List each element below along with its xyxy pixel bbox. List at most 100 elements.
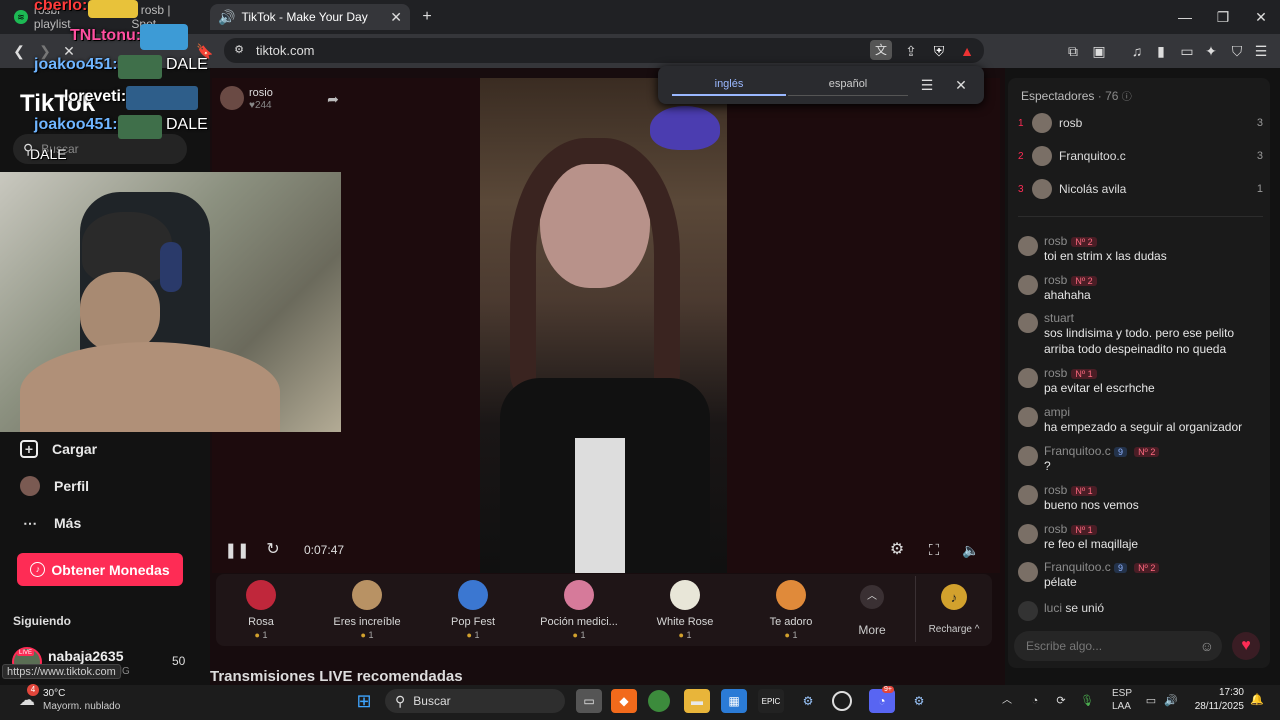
- nav-item-profile[interactable]: Perfil: [20, 476, 89, 496]
- chat-avatar[interactable]: [1018, 407, 1038, 427]
- obs-taskbar-icon[interactable]: [832, 691, 852, 711]
- brave-rewards-icon[interactable]: ▲: [958, 42, 976, 60]
- gift-item[interactable]: Eres increíble ● 1: [322, 580, 412, 640]
- chat-username[interactable]: ampi: [1044, 405, 1070, 419]
- like-heart-icon[interactable]: ♥: [1232, 632, 1260, 660]
- chat-avatar[interactable]: [1018, 562, 1038, 582]
- vpn-icon[interactable]: ⛉: [1228, 42, 1246, 60]
- chat-username[interactable]: stuart: [1044, 311, 1074, 325]
- chat-username[interactable]: luci: [1044, 601, 1062, 615]
- chat-username[interactable]: rosb: [1044, 483, 1067, 497]
- overlay-emote-4: [126, 86, 198, 110]
- clock-time[interactable]: 17:30: [1192, 687, 1244, 698]
- viewer-row[interactable]: 3 Nicolás avila 1: [1018, 178, 1263, 200]
- tray-mic-icon[interactable]: 🎙: [1080, 694, 1094, 708]
- viewer-row[interactable]: 1 rosb 3: [1018, 112, 1263, 134]
- coin-icon[interactable]: ♪: [941, 584, 967, 610]
- gift-item[interactable]: White Rose ● 1: [640, 580, 730, 640]
- language-indicator[interactable]: ESP: [1112, 688, 1132, 699]
- gift-item[interactable]: Rosa ● 1: [216, 580, 306, 640]
- network-icon[interactable]: ▭: [1144, 694, 1158, 708]
- chat-rank-badge: Nº 2: [1071, 276, 1097, 286]
- sidebar-icon[interactable]: ▮: [1152, 42, 1170, 60]
- emoji-icon[interactable]: ☺: [1200, 639, 1214, 653]
- chat-avatar[interactable]: [1018, 485, 1038, 505]
- chat-message: stuart sos lindisima y todo. pero ese pel…: [1016, 311, 1266, 357]
- translate-tab-english[interactable]: inglés: [672, 78, 786, 90]
- media-icon[interactable]: ♫: [1128, 42, 1146, 60]
- notification-icon[interactable]: 🔔: [1250, 693, 1264, 707]
- tab-tiktok[interactable]: 🔊 TikTok - Make Your Day ✕: [210, 4, 410, 30]
- tray-discord-icon[interactable]: ◔: [1028, 694, 1042, 708]
- gift-item[interactable]: Te adoro ● 1: [746, 580, 836, 640]
- chat-avatar[interactable]: [1018, 524, 1038, 544]
- chat-username[interactable]: Franquitoo.c: [1044, 560, 1111, 574]
- settings-icon[interactable]: ⚙: [888, 541, 906, 559]
- volume-tray-icon[interactable]: 🔊: [1164, 694, 1178, 708]
- chat-avatar[interactable]: [1018, 446, 1038, 466]
- chat-avatar[interactable]: [1018, 601, 1038, 621]
- clock-date[interactable]: 28/11/2025: [1190, 701, 1244, 712]
- taskbar-search[interactable]: ⚲ Buscar: [385, 689, 565, 713]
- pause-icon[interactable]: ❚❚: [224, 541, 249, 559]
- task-view-icon[interactable]: ▭: [576, 689, 602, 713]
- extensions-icon[interactable]: ⧉: [1064, 42, 1082, 60]
- nav-item-more[interactable]: ⋯ Más: [20, 513, 81, 533]
- host-name[interactable]: rosio: [249, 87, 273, 99]
- close-tab-icon[interactable]: ✕: [390, 10, 402, 24]
- steam-taskbar-icon[interactable]: ⚙: [795, 689, 821, 713]
- wallet-icon[interactable]: ▭: [1178, 42, 1196, 60]
- close-window-button[interactable]: ✕: [1252, 8, 1270, 26]
- leo-ai-icon[interactable]: ✦: [1202, 42, 1220, 60]
- file-explorer-icon[interactable]: ▬: [684, 689, 710, 713]
- following-user-name[interactable]: nabaja2635: [48, 648, 124, 664]
- translate-icon[interactable]: 文: [870, 40, 892, 60]
- maximize-button[interactable]: ❐: [1214, 8, 1232, 26]
- chat-username[interactable]: rosb: [1044, 273, 1067, 287]
- chat-username[interactable]: Franquitoo.c: [1044, 444, 1111, 458]
- host-avatar[interactable]: [220, 86, 244, 110]
- chat-avatar[interactable]: [1018, 313, 1038, 333]
- help-icon[interactable]: ⓘ: [1122, 92, 1132, 103]
- translate-tab-spanish[interactable]: español: [788, 78, 908, 90]
- brave-taskbar-icon[interactable]: ◆: [611, 689, 637, 713]
- menu-icon[interactable]: ☰: [1252, 42, 1270, 60]
- brave-shield-icon[interactable]: ⛨: [930, 42, 948, 60]
- gift-item[interactable]: Pop Fest ● 1: [428, 580, 518, 640]
- viewer-row[interactable]: 2 Franquitoo.c 3: [1018, 145, 1263, 167]
- steam2-taskbar-icon[interactable]: ⚙: [906, 689, 932, 713]
- tray-chevron-icon[interactable]: ︿: [1000, 694, 1014, 708]
- share-stream-icon[interactable]: ➦: [324, 90, 342, 108]
- chat-username[interactable]: rosb: [1044, 522, 1067, 536]
- chat-avatar[interactable]: [1018, 368, 1038, 388]
- chrome-taskbar-icon[interactable]: [648, 690, 670, 712]
- gift-item[interactable]: Poción medici... ● 1: [534, 580, 624, 640]
- chat-message: ampi ha empezado a seguir al organizador: [1016, 405, 1266, 435]
- chat-username[interactable]: rosb: [1044, 234, 1067, 248]
- nav-item-upload[interactable]: + Cargar: [20, 440, 97, 458]
- windows-start-icon[interactable]: ⊞: [353, 690, 375, 712]
- share-icon[interactable]: ⇪: [902, 42, 920, 60]
- back-button[interactable]: ❮: [10, 42, 28, 60]
- new-tab-button[interactable]: +: [418, 8, 436, 26]
- chat-avatar[interactable]: [1018, 236, 1038, 256]
- more-gifts-label[interactable]: More: [850, 623, 894, 637]
- more-gifts-chevron-icon[interactable]: ︿: [860, 585, 884, 609]
- store-taskbar-icon[interactable]: ▦: [721, 689, 747, 713]
- chat-username[interactable]: rosb: [1044, 366, 1067, 380]
- site-info-icon[interactable]: ⚙: [232, 43, 246, 57]
- keyboard-layout[interactable]: LAA: [1112, 701, 1131, 712]
- refresh-icon[interactable]: ↻: [264, 541, 282, 559]
- volume-icon[interactable]: 🔈: [962, 541, 980, 559]
- recharge-button[interactable]: Recharge ^: [920, 624, 988, 635]
- translate-close-icon[interactable]: ✕: [952, 76, 970, 94]
- chat-input[interactable]: Escribe algo... ☺: [1014, 631, 1222, 661]
- tray-sync-icon[interactable]: ⟳: [1054, 694, 1068, 708]
- chat-avatar[interactable]: [1018, 275, 1038, 295]
- translate-menu-icon[interactable]: ☰: [918, 76, 936, 94]
- get-coins-button[interactable]: ♪ Obtener Monedas: [17, 553, 183, 586]
- epic-games-icon[interactable]: EPIC: [758, 689, 784, 713]
- minimize-button[interactable]: —: [1176, 8, 1194, 26]
- fullscreen-icon[interactable]: ⛶: [925, 541, 943, 559]
- screenshot-icon[interactable]: ▣: [1090, 42, 1108, 60]
